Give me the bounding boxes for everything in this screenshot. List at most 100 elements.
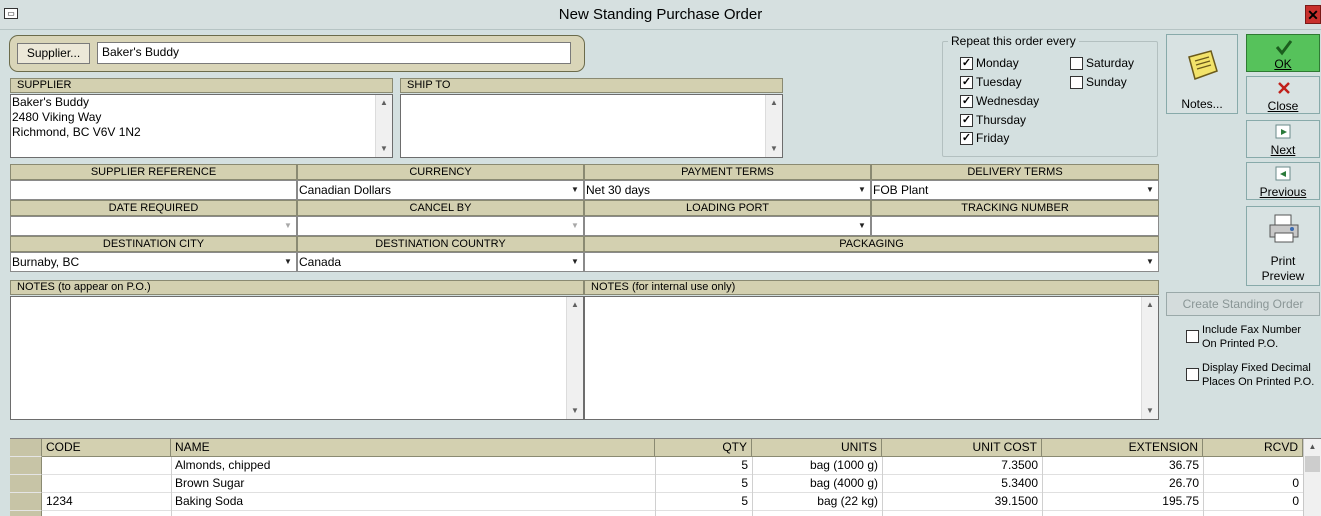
loading-port-select[interactable]: ▼ (584, 216, 871, 236)
tracking-number-input[interactable] (871, 216, 1159, 236)
line-items-grid[interactable]: CODE NAME QTY UNITS UNIT COST EXTENSION RCVD Al… (10, 438, 1321, 516)
payment-terms-select[interactable]: Net 30 days ▼ (584, 180, 871, 200)
row-selector[interactable] (10, 457, 42, 475)
column-header-units[interactable]: UNITS (752, 439, 882, 457)
cell-extension[interactable]: 26.70 (1042, 475, 1203, 493)
cancel-by-picker[interactable]: ▼ (297, 216, 584, 236)
cell-code[interactable]: 1234 (42, 493, 171, 511)
cell-units[interactable]: bag (22 kg) (752, 493, 882, 511)
cell-rcvd[interactable]: 0 (1203, 475, 1303, 493)
ship-to-address-box[interactable]: ▲ ▼ (400, 94, 783, 158)
day-checkbox-wednesday[interactable]: ✓ (960, 95, 973, 108)
dropdown-arrow-icon[interactable]: ▼ (281, 254, 295, 270)
scroll-up-icon[interactable]: ▲ (376, 96, 392, 110)
day-checkbox-friday[interactable]: ✓ (960, 132, 973, 145)
column-header-qty[interactable]: QTY (655, 439, 752, 457)
dropdown-arrow-icon[interactable]: ▼ (1143, 182, 1157, 198)
column-divider (882, 457, 883, 516)
day-checkbox-thursday[interactable]: ✓ (960, 114, 973, 127)
column-header-code[interactable]: CODE (42, 439, 171, 457)
ship-to-scrollbar[interactable]: ▲ ▼ (765, 95, 782, 157)
scroll-up-icon[interactable]: ▲ (567, 298, 583, 312)
day-checkbox-monday[interactable]: ✓ (960, 57, 973, 70)
column-header-name[interactable]: NAME (171, 439, 655, 457)
dropdown-arrow-icon[interactable]: ▼ (1143, 254, 1157, 270)
notes-internal-scrollbar[interactable]: ▲ ▼ (1141, 297, 1158, 419)
currency-label: CURRENCY (297, 164, 584, 180)
supplier-button[interactable]: Supplier... (17, 43, 90, 64)
cell-name[interactable]: Baking Soda (171, 493, 655, 511)
supplier-address-scrollbar[interactable]: ▲ ▼ (375, 95, 392, 157)
currency-select[interactable]: Canadian Dollars ▼ (297, 180, 584, 200)
delivery-terms-select[interactable]: FOB Plant ▼ (871, 180, 1159, 200)
cell-rcvd[interactable]: 0 (1203, 493, 1303, 511)
cell-code[interactable] (42, 457, 171, 475)
dropdown-arrow-icon[interactable]: ▼ (281, 218, 295, 234)
cell-extension[interactable]: 195.75 (1042, 493, 1203, 511)
scroll-up-icon[interactable]: ▲ (1142, 298, 1158, 312)
scroll-down-icon[interactable]: ▼ (766, 142, 782, 156)
print-preview-button[interactable]: Print Preview (1246, 206, 1320, 286)
print-preview-label-line2: Preview (1261, 269, 1305, 283)
checkmark-icon (1275, 40, 1293, 56)
cell-units[interactable]: bag (1000 g) (752, 457, 882, 475)
day-checkbox-sunday[interactable] (1070, 76, 1083, 89)
next-button[interactable]: Next (1246, 120, 1320, 158)
dropdown-arrow-icon[interactable]: ▼ (568, 254, 582, 270)
day-checkbox-tuesday[interactable]: ✓ (960, 76, 973, 89)
cell-qty[interactable]: 5 (655, 475, 752, 493)
row-selector[interactable] (10, 475, 42, 493)
packaging-select[interactable]: ▼ (584, 252, 1159, 272)
notes-external-scrollbar[interactable]: ▲ ▼ (566, 297, 583, 419)
cell-name[interactable]: Almonds, chipped (171, 457, 655, 475)
cell-extension[interactable]: 36.75 (1042, 457, 1203, 475)
dropdown-arrow-icon[interactable]: ▼ (568, 182, 582, 198)
cell-code[interactable] (42, 475, 171, 493)
scroll-up-icon[interactable]: ▲ (766, 96, 782, 110)
cell-unit-cost[interactable]: 5.3400 (882, 475, 1042, 493)
ok-button[interactable]: OK (1246, 34, 1320, 72)
dropdown-arrow-icon[interactable]: ▼ (568, 218, 582, 234)
day-checkbox-saturday[interactable] (1070, 57, 1083, 70)
window-close-button[interactable]: ✕ (1305, 5, 1321, 24)
column-header-unit-cost[interactable]: UNIT COST (882, 439, 1042, 457)
cell-unit-cost[interactable]: 7.3500 (882, 457, 1042, 475)
grid-scrollbar[interactable]: ▲ (1303, 439, 1321, 516)
notes-button[interactable]: Notes... (1166, 34, 1238, 114)
next-icon (1275, 124, 1291, 139)
column-header-extension[interactable]: EXTENSION (1042, 439, 1203, 457)
cell-name[interactable]: Brown Sugar (171, 475, 655, 493)
cell-rcvd[interactable] (1203, 457, 1303, 475)
scroll-down-icon[interactable]: ▼ (1142, 404, 1158, 418)
cell-qty[interactable]: 5 (655, 493, 752, 511)
date-required-picker[interactable]: ▼ (10, 216, 297, 236)
column-divider (1203, 457, 1204, 516)
cell-qty[interactable]: 5 (655, 457, 752, 475)
supplier-input[interactable]: Baker's Buddy (97, 42, 571, 64)
destination-country-select[interactable]: Canada ▼ (297, 252, 584, 272)
create-standing-order-button[interactable]: Create Standing Order (1166, 292, 1320, 316)
dropdown-arrow-icon[interactable]: ▼ (855, 218, 869, 234)
notes-external-textarea[interactable]: ▲ ▼ (10, 296, 584, 420)
notes-internal-textarea[interactable]: ▲ ▼ (584, 296, 1159, 420)
destination-city-select[interactable]: Burnaby, BC ▼ (10, 252, 297, 272)
close-button[interactable]: Close (1246, 76, 1320, 114)
previous-button[interactable]: Previous (1246, 162, 1320, 200)
dropdown-arrow-icon[interactable]: ▼ (855, 182, 869, 198)
include-fax-checkbox[interactable] (1186, 330, 1199, 343)
cell-unit-cost[interactable]: 39.1500 (882, 493, 1042, 511)
notes-external-label: NOTES (to appear on P.O.) (10, 280, 584, 295)
supplier-reference-input[interactable] (10, 180, 297, 200)
fixed-decimal-label: Display Fixed Decimal Places On Printed … (1202, 361, 1314, 389)
column-header-rcvd[interactable]: RCVD (1203, 439, 1303, 457)
scroll-down-icon[interactable]: ▼ (567, 404, 583, 418)
cell-units[interactable]: bag (4000 g) (752, 475, 882, 493)
supplier-address-box[interactable]: Baker's Buddy 2480 Viking Way Richmond, … (10, 94, 393, 158)
fixed-decimal-checkbox[interactable] (1186, 368, 1199, 381)
scroll-thumb[interactable] (1305, 456, 1320, 472)
scroll-down-icon[interactable]: ▼ (376, 142, 392, 156)
row-selector[interactable] (10, 493, 42, 511)
destination-country-value: Canada (299, 255, 342, 269)
scroll-up-icon[interactable]: ▲ (1304, 439, 1321, 455)
row-selector[interactable] (10, 511, 42, 516)
